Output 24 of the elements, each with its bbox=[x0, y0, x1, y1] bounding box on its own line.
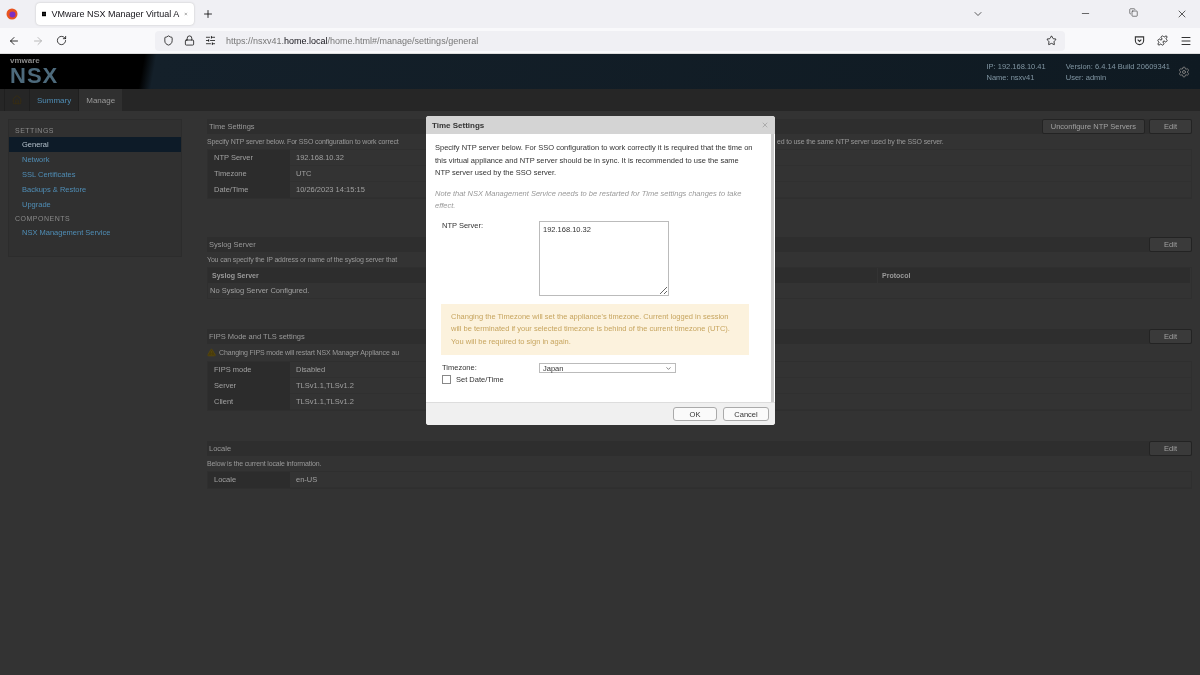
dialog-title: Time Settings bbox=[432, 120, 486, 130]
pocket-icon[interactable] bbox=[1134, 35, 1145, 46]
tab-title: VMware NSX Manager Virtual A bbox=[51, 9, 180, 19]
address-bar[interactable]: https://nsxv41.home.local/home.html#/manage/settings/general bbox=[155, 30, 1065, 51]
url-text: https://nsxv41.home.local/home.html#/manage/settings/general bbox=[226, 35, 480, 46]
checkbox[interactable] bbox=[442, 375, 451, 384]
product-logo: NSX bbox=[10, 64, 59, 87]
new-tab-icon[interactable] bbox=[202, 8, 214, 20]
settings-icon[interactable] bbox=[1178, 65, 1190, 78]
permissions-icon[interactable] bbox=[205, 35, 216, 46]
lock-icon[interactable] bbox=[184, 35, 195, 46]
bookmark-star-icon[interactable] bbox=[1046, 35, 1057, 46]
close-icon[interactable] bbox=[1176, 8, 1188, 20]
logo-wordmark: vmware bbox=[10, 56, 41, 65]
nav-tab[interactable]: Manage bbox=[78, 89, 123, 111]
extensions-icon[interactable] bbox=[1157, 35, 1168, 46]
reload-icon[interactable] bbox=[56, 35, 67, 46]
back-icon[interactable] bbox=[8, 34, 20, 47]
warning-icon bbox=[207, 348, 216, 357]
menu-icon[interactable] bbox=[1180, 34, 1192, 47]
shield-icon[interactable] bbox=[163, 35, 174, 46]
browser-logo-icon[interactable] bbox=[6, 8, 18, 20]
browser-tab[interactable]: VMware NSX Manager Virtual A bbox=[36, 3, 194, 25]
caret-icon bbox=[665, 364, 672, 372]
